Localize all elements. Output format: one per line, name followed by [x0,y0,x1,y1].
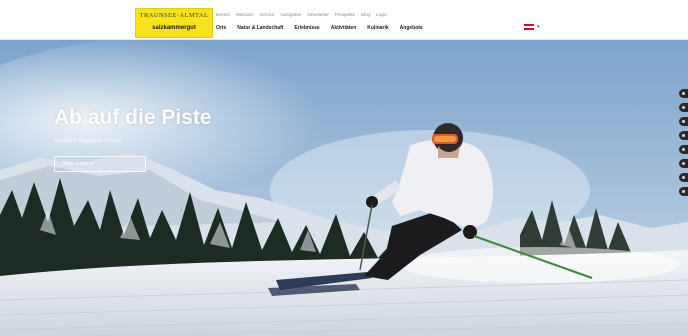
map-icon[interactable] [679,131,688,140]
snow-spray [400,247,680,283]
topnav-item-service[interactable]: Service [259,11,274,19]
hero-banner: Ab auf die Piste Skiglück Traunsee-Almta… [0,40,688,336]
topnav-item-newsletter[interactable]: Newsletter [307,11,328,19]
main-navigation: Orte Natur & Landschaft Erlebnisse Aktiv… [216,23,423,33]
hero-cta-button[interactable]: Mehr erfahren → [54,156,146,172]
share-icon[interactable] [679,89,688,98]
info-icon[interactable] [679,145,688,154]
mainnav-item-erlebnisse[interactable]: Erlebnisse [294,23,319,33]
hero-subtitle: Skiglück Traunsee-Almtal [54,138,121,144]
flag-stripe [524,28,534,30]
logo-title: TRAUNSEE·ALMTAL [139,12,209,19]
topnav-item-gastgeber[interactable]: Gastgeber [280,11,301,19]
mainnav-item-natur[interactable]: Natur & Landschaft [237,23,283,33]
site-header: TRAUNSEE·ALMTAL salzkammergut Events Web… [0,0,688,40]
austrian-flag-icon [524,24,534,30]
side-toolbar [679,89,688,196]
mainnav-item-angebote[interactable]: Angebote [400,23,423,33]
mainnav-item-aktivitaeten[interactable]: Aktivitäten [331,23,357,33]
mainnav-item-kulinarik[interactable]: Kulinarik [367,23,388,33]
top-navigation: Events Webcam Service Gastgeber Newslett… [216,11,387,19]
language-switcher[interactable]: ▾ [524,24,540,30]
hero-image [0,40,688,336]
phone-icon[interactable] [679,103,688,112]
hero-title: Ab auf die Piste [54,106,212,129]
topnav-item-prospekte[interactable]: Prospekte [335,11,355,19]
chevron-down-icon: ▾ [537,24,540,30]
topnav-item-webcam[interactable]: Webcam [236,11,254,19]
topnav-item-events[interactable]: Events [216,11,230,19]
logo-subtitle: salzkammergut [152,25,196,31]
mail-icon[interactable] [679,117,688,126]
topnav-item-blog[interactable]: Blog [361,11,370,19]
user-icon[interactable] [679,173,688,182]
mainnav-item-orte[interactable]: Orte [216,23,226,33]
search-icon[interactable] [679,187,688,196]
calendar-icon[interactable] [679,159,688,168]
topnav-item-login[interactable]: Login [376,11,387,19]
traunsee-almtal-logo[interactable]: TRAUNSEE·ALMTAL salzkammergut [135,8,213,38]
